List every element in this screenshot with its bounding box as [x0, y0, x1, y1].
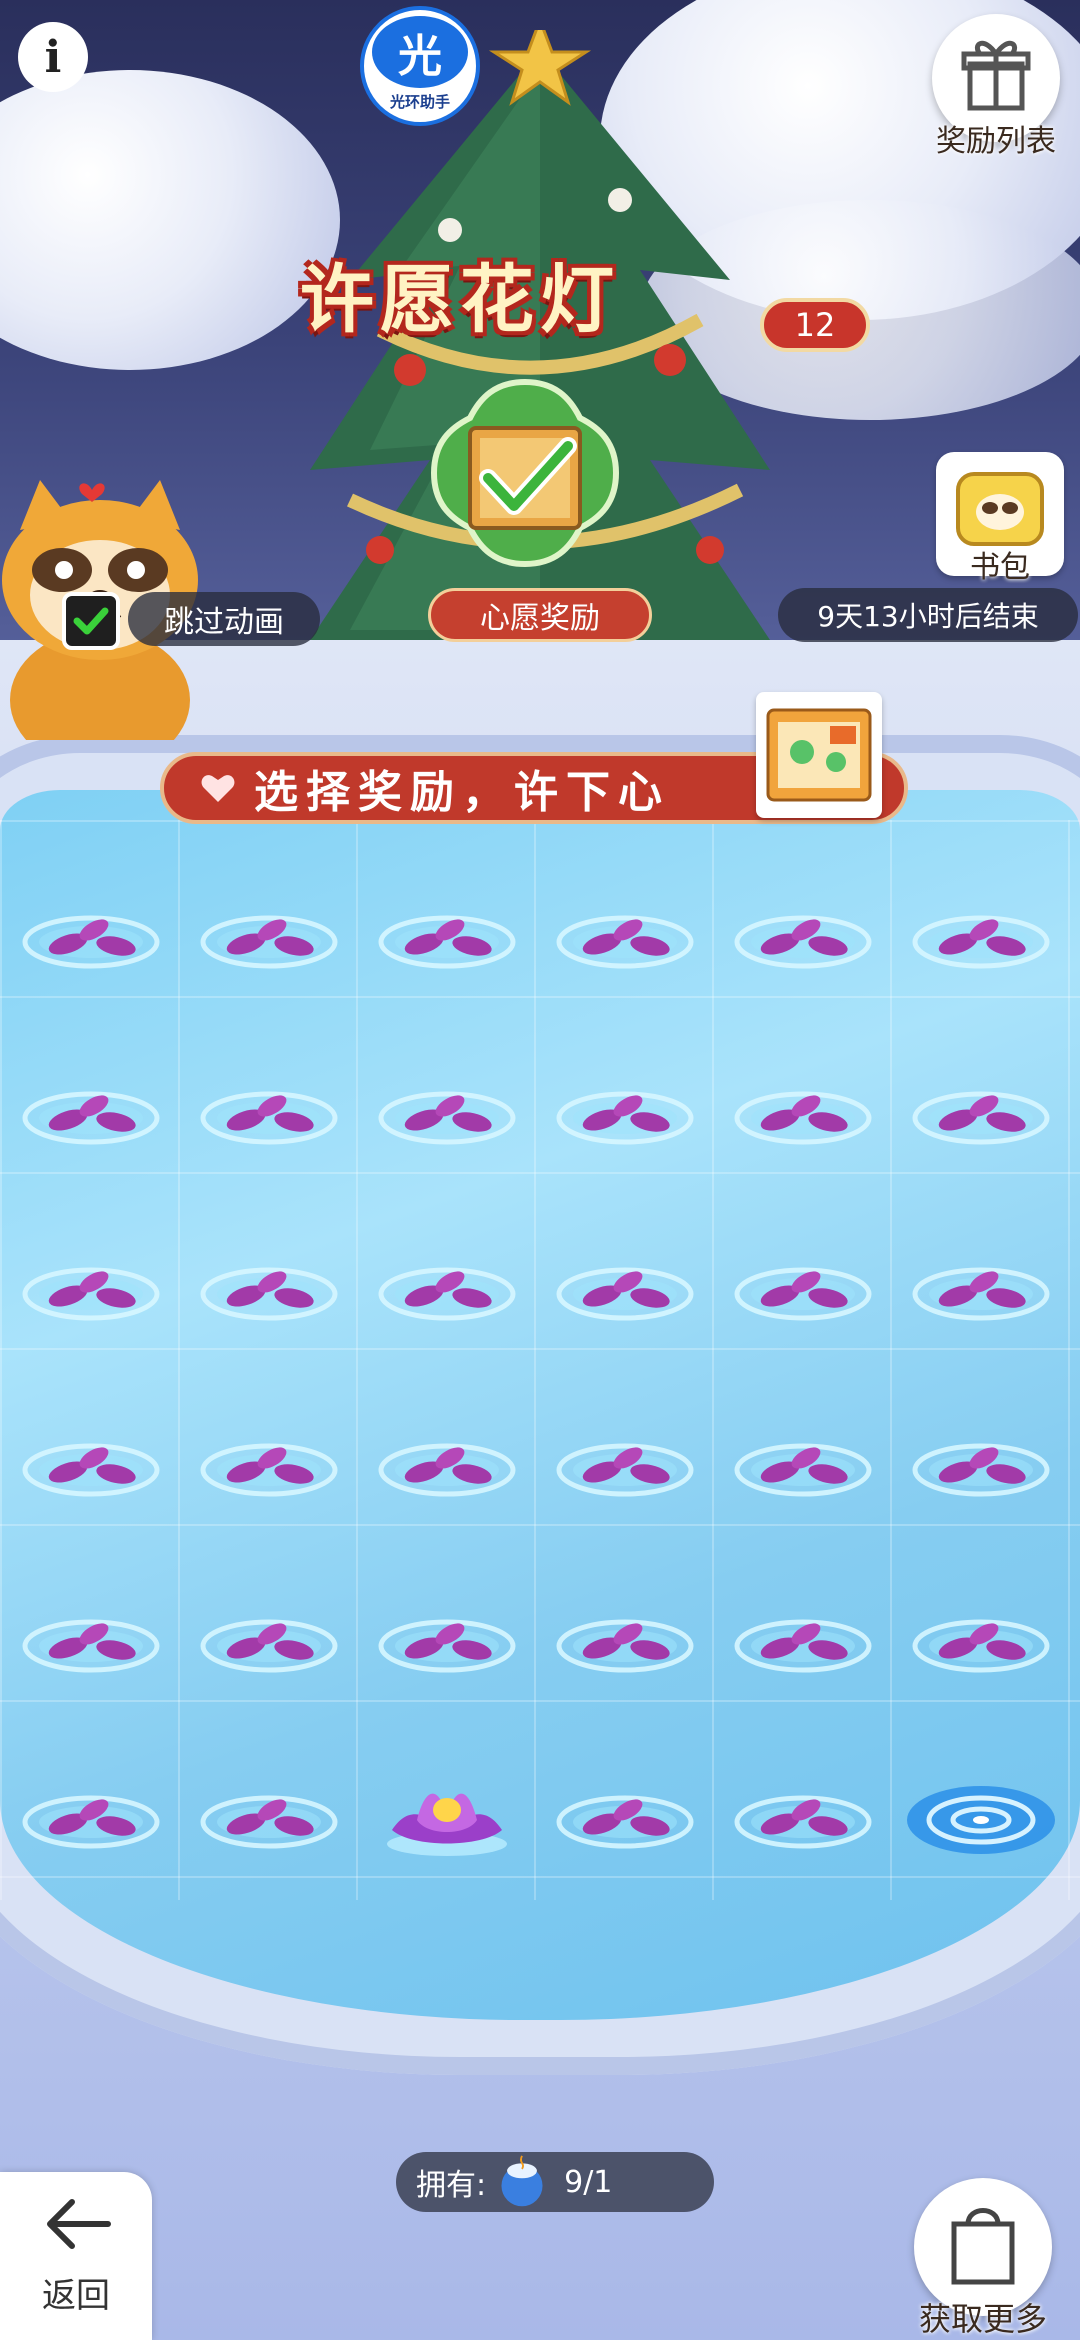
owned-value: 9/1 [564, 2164, 613, 2200]
logo-text: 光环助手 [389, 93, 450, 111]
owned-label: 拥有: [416, 2168, 487, 2203]
bag-label: 书包 [970, 550, 1030, 585]
lotus-petal-tile[interactable] [372, 1242, 522, 1332]
ticket-icon [766, 708, 872, 802]
lotus-petal-tile[interactable] [728, 1770, 878, 1860]
heart-icon [201, 775, 235, 802]
lotus-petal-tile[interactable] [16, 890, 166, 980]
lotus-petal-tile[interactable] [194, 1594, 344, 1684]
lotus-petal-tile[interactable] [194, 1066, 344, 1156]
event-count-badge: 12 [760, 298, 870, 352]
rewards-list-label: 奖励列表 [936, 124, 1056, 159]
lotus-petal-tile[interactable] [16, 1770, 166, 1860]
banner-reward-ticket[interactable] [756, 692, 882, 818]
app-logo-badge: 光 光环助手 [360, 6, 480, 126]
lantern-token-icon [501, 2155, 543, 2207]
back-button[interactable]: 返回 [0, 2172, 152, 2340]
banner-text: 选择奖励，许下心 [254, 767, 670, 818]
lotus-petal-tile[interactable] [194, 890, 344, 980]
event-title-wrap: 许愿花灯 [300, 240, 800, 360]
lotus-petal-tile[interactable] [372, 1594, 522, 1684]
skip-animation-label[interactable]: 跳过动画 [128, 592, 320, 646]
lotus-petal-tile[interactable] [728, 1594, 878, 1684]
lotus-petal-tile[interactable] [372, 1418, 522, 1508]
lotus-petal-tile[interactable] [550, 1242, 700, 1332]
wish-reward-slot[interactable] [430, 378, 620, 568]
wish-reward-button[interactable]: 心愿奖励 [428, 588, 652, 642]
lotus-petal-tile[interactable] [728, 890, 878, 980]
lotus-lantern-tile[interactable] [372, 1770, 522, 1860]
lotus-petal-tile[interactable] [906, 890, 1056, 980]
lotus-petal-tile[interactable] [16, 1418, 166, 1508]
lotus-petal-tile[interactable] [906, 1594, 1056, 1684]
info-icon: i [44, 31, 62, 83]
lotus-petal-tile[interactable] [550, 1418, 700, 1508]
lotus-petal-tile[interactable] [550, 1594, 700, 1684]
lotus-petal-tile[interactable] [728, 1066, 878, 1156]
back-label: 返回 [42, 2276, 110, 2316]
pond-grid [0, 820, 1080, 1900]
lotus-petal-tile[interactable] [16, 1066, 166, 1156]
get-more-label: 获取更多 [918, 2300, 1047, 2338]
lotus-petal-tile[interactable] [372, 1066, 522, 1156]
whirlpool-tile[interactable] [906, 1770, 1056, 1860]
arrow-left-icon [47, 2199, 111, 2249]
info-button[interactable]: i [18, 22, 88, 92]
skip-animation-checkbox[interactable] [62, 592, 120, 650]
owned-counter: 拥有: 9/1 [396, 2152, 714, 2212]
lotus-petal-tile[interactable] [906, 1418, 1056, 1508]
lotus-petal-tile[interactable] [728, 1418, 878, 1508]
lotus-petal-tile[interactable] [16, 1242, 166, 1332]
logo-char: 光 [372, 16, 468, 88]
check-icon [73, 607, 109, 635]
event-title: 许愿花灯 [300, 257, 620, 343]
lotus-petal-tile[interactable] [550, 1770, 700, 1860]
lotus-petal-tile[interactable] [194, 1242, 344, 1332]
lotus-petal-tile[interactable] [550, 890, 700, 980]
lotus-petal-tile[interactable] [194, 1770, 344, 1860]
lotus-petal-tile[interactable] [550, 1066, 700, 1156]
lotus-petal-tile[interactable] [906, 1066, 1056, 1156]
lotus-petal-tile[interactable] [16, 1594, 166, 1684]
lotus-petal-tile[interactable] [728, 1242, 878, 1332]
lotus-petal-tile[interactable] [906, 1242, 1056, 1332]
lotus-petal-tile[interactable] [194, 1418, 344, 1508]
lotus-petal-tile[interactable] [372, 890, 522, 980]
event-countdown: 9天13小时后结束 [778, 588, 1078, 642]
